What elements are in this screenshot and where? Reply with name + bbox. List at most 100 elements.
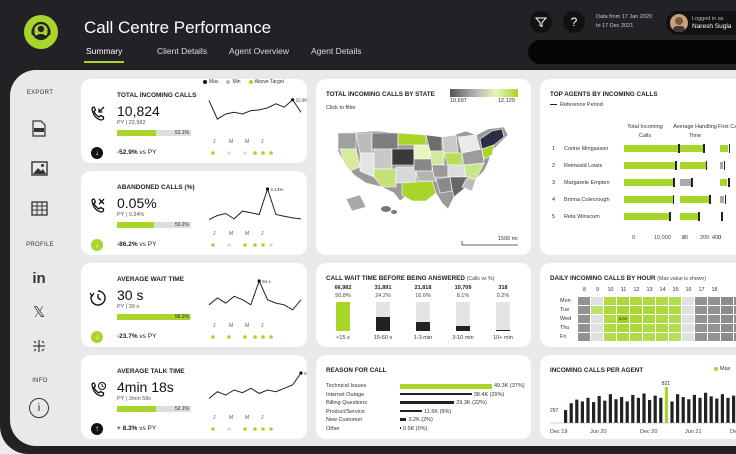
heatmap-cell <box>617 297 630 306</box>
reason-bar <box>400 409 423 413</box>
kpi-card-abandoned-calls: ABANDONED CALLS (%) 0.05% PY | 0.34% 50.… <box>81 171 307 255</box>
spark-month-label: J <box>213 139 216 145</box>
pdf-icon[interactable] <box>29 118 49 138</box>
heatmap-cell <box>578 297 591 306</box>
spark-target-dot <box>243 427 247 431</box>
hourly-title: DAILY INCOMING CALLS BY HOUR (Max value … <box>550 275 706 282</box>
hourly-card: DAILY INCOMING CALLS BY HOUR (Max value … <box>540 263 736 347</box>
day-label: Wed <box>560 316 572 322</box>
kpi-prior-year: PY | 22,982 <box>117 120 146 126</box>
spark-month-label: J <box>213 231 216 237</box>
agent-rank: 3 <box>552 180 556 186</box>
spark-month-label: M <box>245 415 249 421</box>
kpi-progress-bar: 52.1% <box>117 406 191 412</box>
arrow-down-icon: ↓ <box>91 147 103 159</box>
spark-target-dot <box>227 427 231 431</box>
spark-max-point <box>291 98 295 102</box>
header: Call Centre Performance Summary Client D… <box>0 0 736 70</box>
spark-target-dot <box>253 335 257 339</box>
heatmap-cell <box>695 315 708 324</box>
spark-max-point <box>257 279 261 283</box>
kpi-card-total-calls: TOTAL INCOMING CALLS 10,824 PY | 22,982 … <box>81 79 307 163</box>
spark-target-dot <box>269 427 273 431</box>
x-icon[interactable]: 𝕏 <box>29 302 49 322</box>
spark-target-dot <box>261 427 265 431</box>
heatmap-cell <box>656 297 669 306</box>
day-label: Tue <box>560 307 570 313</box>
heatmap-cell <box>630 333 643 342</box>
tab-agent-details[interactable]: Agent Details <box>311 46 362 56</box>
agent-calls-bar <box>624 145 680 152</box>
agent-calls-bar <box>603 400 607 423</box>
wait-bar-fill <box>336 302 350 331</box>
help-icon[interactable]: ? <box>563 11 585 33</box>
wait-pct: 50.8% <box>335 293 351 299</box>
tableau-icon[interactable] <box>29 336 49 356</box>
agent-calls-bar <box>624 196 674 203</box>
spark-month-label: J <box>261 139 264 145</box>
wait-count: 66,982 <box>334 285 352 291</box>
agent-calls-bar <box>659 397 663 423</box>
heatmap-cell <box>682 333 695 342</box>
avatar <box>670 14 688 32</box>
us-map[interactable] <box>316 79 531 255</box>
wait-bucket-label: <15 s <box>336 335 350 341</box>
heatmap-cell <box>630 324 643 333</box>
agent-calls-bar <box>664 387 668 423</box>
agent-calls-x-label: Jun 21 <box>685 429 702 435</box>
info-icon[interactable]: i <box>29 398 49 418</box>
heatmap-cell <box>643 306 656 315</box>
tab-client-details[interactable]: Client Details <box>157 46 207 56</box>
wait-subtitle: (Calls vs %) <box>466 276 495 282</box>
wait-title: CALL WAIT TIME BEFORE BEING ANSWERED (Ca… <box>326 275 494 282</box>
agent-aht-bar <box>680 213 698 220</box>
heatmap-cell <box>721 324 734 333</box>
kpi-progress-fill <box>117 222 155 228</box>
wait-bar-fill <box>496 330 510 331</box>
table-icon[interactable] <box>29 198 49 218</box>
tab-summary[interactable]: Summary <box>83 46 125 63</box>
kpi-value: 30 s <box>117 287 144 303</box>
image-icon[interactable] <box>29 158 49 178</box>
wait-count: 318 <box>498 285 508 291</box>
kpi-progress-bar: 50.2% <box>117 222 191 228</box>
kpi-title: ABANDONED CALLS (%) <box>117 184 195 191</box>
spark-month-label: M <box>245 139 249 145</box>
spark-target-dot <box>261 335 265 339</box>
agent-calls-bar <box>653 395 657 423</box>
heatmap-cell <box>695 297 708 306</box>
filter-bar[interactable] <box>528 40 736 64</box>
kpi-delta-value: -23.7% <box>117 333 138 340</box>
agent-calls-bar <box>676 394 680 423</box>
spark-target-dot <box>227 243 231 247</box>
agent-fcr-bar <box>720 179 727 186</box>
agent-calls-bar <box>620 397 624 423</box>
wait-pct: 16.6% <box>415 293 431 299</box>
spark-peak-label: 2.14% <box>271 187 284 192</box>
kpi-progress-label: 52.1% <box>174 130 189 136</box>
user-menu[interactable]: Logged in as Naresh Sugla <box>666 11 736 35</box>
agent-aht-bar <box>680 196 710 203</box>
heatmap-cell <box>721 297 734 306</box>
spark-target-dot <box>243 335 247 339</box>
agent-fcr-ref <box>721 212 723 221</box>
map-card: TOTAL INCOMING CALLS BY STATE Click to f… <box>316 79 531 255</box>
reason-value: 29.3K (22%) <box>456 400 487 406</box>
dashboard-content: EXPORT PROFILE in 𝕏 INFO i TOTAL INCOMIN… <box>10 70 736 446</box>
agents-title: TOP AGENTS BY INCOMING CALLS <box>550 91 658 98</box>
hourly-title-main: DAILY INCOMING CALLS BY HOUR <box>550 275 656 282</box>
heatmap-cell <box>578 324 591 333</box>
spark-peak-label: 94 s <box>262 279 271 284</box>
tab-agent-overview[interactable]: Agent Overview <box>229 46 289 56</box>
kpi-delta: -52.9% vs PY <box>117 149 156 156</box>
linkedin-icon[interactable]: in <box>29 268 49 288</box>
heatmap-cell <box>643 324 656 333</box>
spark-month-label: M <box>229 231 233 237</box>
day-label: Thu <box>560 325 570 331</box>
filter-icon[interactable] <box>530 11 552 33</box>
agent-aht-ref <box>698 212 700 221</box>
kpi-delta: -23.7% vs PY <box>117 333 156 340</box>
hour-label: 17 <box>698 287 705 293</box>
agent-fcr-bar <box>720 145 728 152</box>
heatmap-cell <box>578 315 591 324</box>
